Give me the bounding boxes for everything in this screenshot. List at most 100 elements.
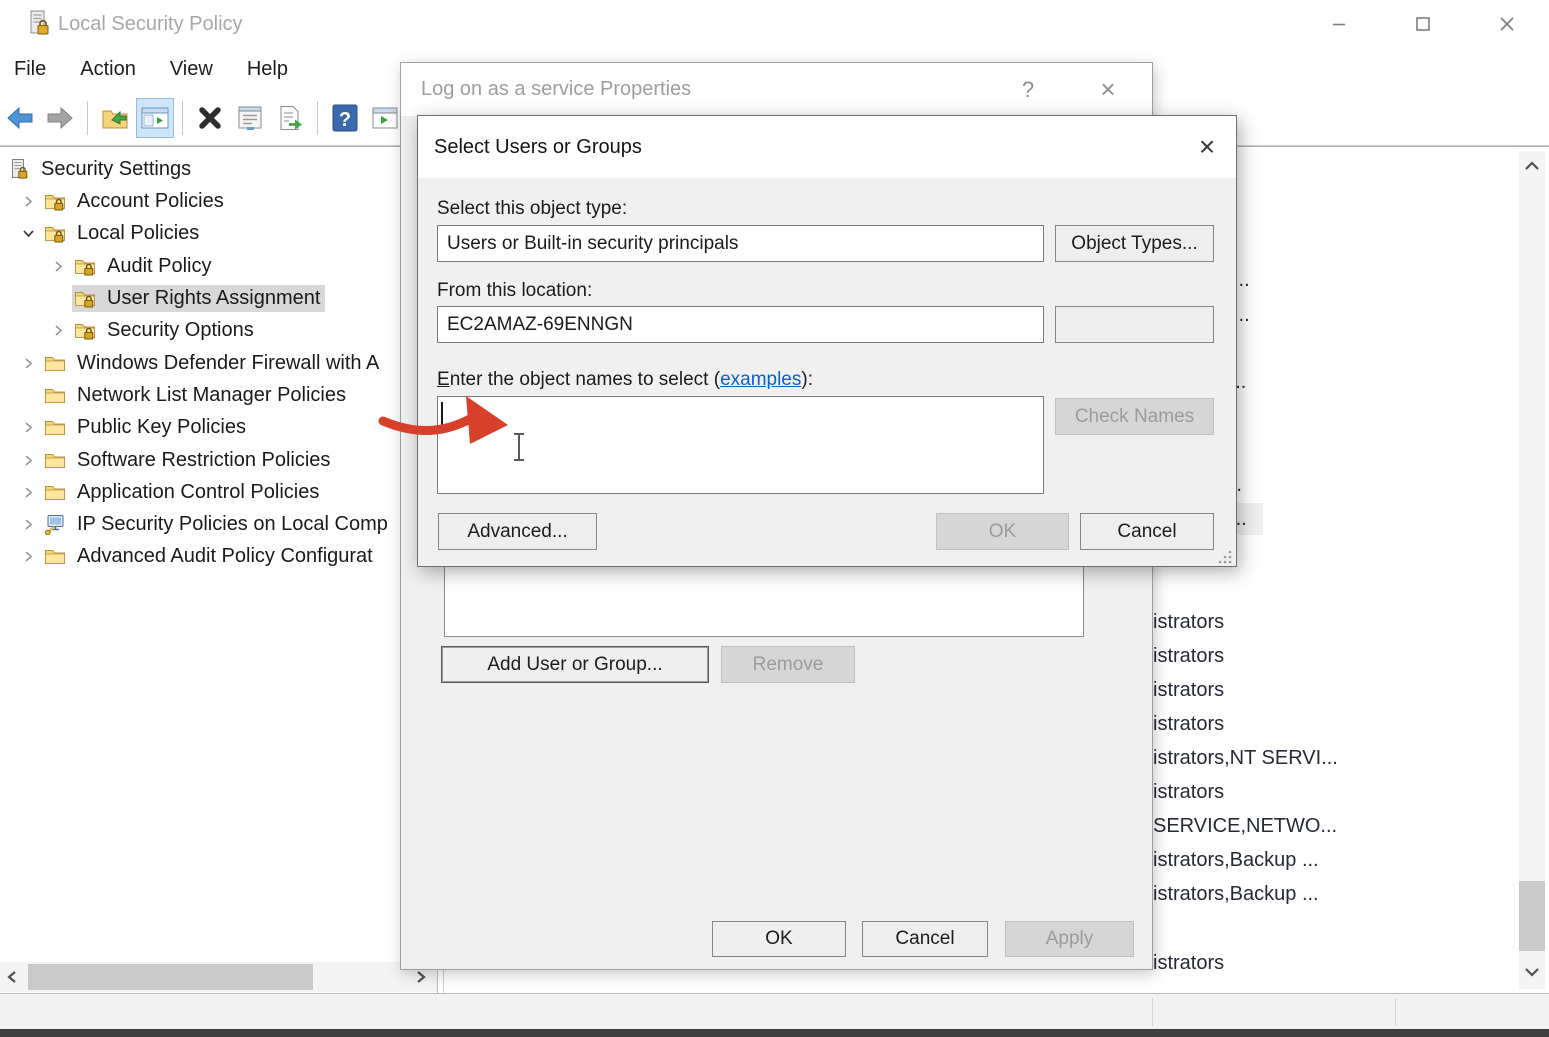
scroll-down-icon[interactable] — [1519, 959, 1545, 985]
tree-item-account-policies[interactable]: Account Policies — [0, 185, 451, 217]
status-separator — [1152, 998, 1153, 1026]
close-icon — [1498, 15, 1516, 33]
properties-cancel-button[interactable]: Cancel — [862, 921, 988, 957]
window-title: Local Security Policy — [58, 13, 243, 36]
export-list-icon — [276, 104, 304, 132]
properties-ok-button[interactable]: OK — [712, 921, 846, 957]
assigned-users-listbox[interactable] — [444, 564, 1084, 637]
properties-dialog-title: Log on as a service Properties — [421, 78, 691, 101]
back-button[interactable] — [1, 98, 39, 138]
tree-item-local-policies[interactable]: Local Policies — [0, 217, 451, 249]
scroll-up-icon[interactable] — [1519, 153, 1545, 179]
horizontal-scroll-thumb[interactable] — [28, 964, 313, 990]
select-ok-button[interactable]: OK — [936, 513, 1069, 550]
tree-item-advanced-audit-policy[interactable]: Advanced Audit Policy Configurat — [0, 540, 451, 572]
object-names-label-suffix: ): — [801, 369, 813, 390]
folder-icon — [42, 481, 68, 503]
list-item[interactable]: istrators,NT SERVI... — [1153, 742, 1338, 774]
export-list-button[interactable] — [271, 98, 309, 138]
minimize-button[interactable] — [1297, 0, 1381, 48]
close-button[interactable] — [1465, 0, 1549, 48]
examples-link[interactable]: examples — [720, 369, 801, 390]
help-button[interactable]: ? — [326, 98, 364, 138]
folder-lock-icon — [72, 287, 98, 309]
list-item[interactable]: istrators,Backup ... — [1153, 878, 1319, 910]
object-names-label-text: Enter the object names to select ( — [437, 369, 720, 391]
chevron-right-icon[interactable] — [14, 486, 42, 499]
chevron-right-icon[interactable] — [14, 421, 42, 434]
tree-item-software-restriction[interactable]: Software Restriction Policies — [0, 444, 451, 476]
maximize-button[interactable] — [1381, 0, 1465, 48]
check-names-button[interactable]: Check Names — [1055, 398, 1214, 435]
chevron-down-icon[interactable] — [14, 227, 42, 240]
tree-item-security-settings[interactable]: Security Settings — [0, 153, 443, 185]
list-item[interactable]: istrators — [1153, 674, 1224, 706]
folder-icon — [42, 384, 68, 406]
close-icon[interactable]: × — [1188, 128, 1226, 166]
add-user-or-group-button[interactable]: Add User or Group... — [441, 646, 709, 683]
menu-item-file[interactable]: File — [14, 58, 46, 81]
locations-button[interactable] — [1055, 306, 1214, 343]
select-cancel-button[interactable]: Cancel — [1080, 513, 1214, 550]
show-console-tree-button[interactable] — [96, 98, 134, 138]
folder-icon — [42, 352, 68, 374]
tree-item-application-control[interactable]: Application Control Policies — [0, 476, 451, 508]
select-dialog-title-bar: Select Users or Groups × — [418, 116, 1236, 178]
menu-item-help[interactable]: Help — [247, 58, 288, 81]
forward-button[interactable] — [41, 98, 79, 138]
menu-item-action[interactable]: Action — [80, 58, 136, 81]
list-item[interactable]: istrators — [1153, 708, 1224, 740]
folder-icon — [42, 416, 68, 438]
folder-action-icon — [101, 105, 129, 131]
toolbar-separator — [317, 101, 318, 135]
advanced-button[interactable]: Advanced... — [438, 513, 597, 550]
tree-horizontal-scrollbar[interactable] — [0, 962, 437, 992]
chevron-right-icon[interactable] — [14, 195, 42, 208]
list-item[interactable]: istrators — [1153, 640, 1224, 672]
list-item[interactable]: istrators — [1153, 776, 1224, 808]
toolbar-separator — [87, 101, 88, 135]
folder-icon — [42, 545, 68, 567]
chevron-right-icon[interactable] — [44, 260, 72, 273]
console-window-button[interactable] — [136, 98, 174, 138]
properties-button[interactable] — [231, 98, 269, 138]
list-item[interactable]: istrators — [1153, 606, 1224, 638]
vertical-scroll-thumb[interactable] — [1519, 881, 1545, 951]
list-item[interactable]: istrators — [1153, 947, 1224, 979]
new-window-button[interactable] — [366, 98, 404, 138]
remove-button[interactable]: Remove — [721, 646, 855, 683]
location-field[interactable] — [437, 306, 1044, 343]
delete-button[interactable] — [191, 98, 229, 138]
scroll-left-icon[interactable] — [0, 962, 24, 992]
chevron-right-icon[interactable] — [14, 518, 42, 531]
tree-item-ip-security-policies[interactable]: IP Security Policies on Local Comp — [0, 508, 451, 540]
folder-lock-icon — [42, 222, 68, 244]
screen-bottom-edge — [0, 1029, 1549, 1037]
chevron-right-icon[interactable] — [44, 324, 72, 337]
object-types-button[interactable]: Object Types... — [1055, 225, 1214, 262]
chevron-right-icon[interactable] — [14, 550, 42, 563]
chevron-right-icon[interactable] — [14, 357, 42, 370]
folder-lock-icon — [72, 255, 98, 277]
resize-grip[interactable] — [1217, 548, 1233, 564]
toolbar-separator — [182, 101, 183, 135]
help-icon[interactable]: ? — [1011, 63, 1045, 116]
folder-lock-icon — [42, 190, 68, 212]
select-dialog-title: Select Users or Groups — [434, 136, 642, 159]
new-window-icon — [370, 105, 400, 131]
list-item[interactable]: istrators,Backup ... — [1153, 844, 1319, 876]
svg-text:?: ? — [339, 109, 351, 131]
chevron-right-icon[interactable] — [14, 454, 42, 467]
properties-list-icon — [236, 104, 264, 132]
list-item[interactable]: SERVICE,NETWO... — [1153, 810, 1337, 842]
list-vertical-scrollbar[interactable] — [1519, 151, 1545, 989]
tree-item-public-key-policies[interactable]: Public Key Policies — [0, 411, 451, 443]
apply-button[interactable]: Apply — [1005, 921, 1134, 957]
tree-item-windows-defender-firewall[interactable]: Windows Defender Firewall with A — [0, 347, 451, 379]
close-icon[interactable]: × — [1091, 63, 1125, 116]
computer-key-icon — [42, 513, 68, 535]
menu-item-view[interactable]: View — [170, 58, 213, 81]
tree-item-network-list-manager[interactable]: Network List Manager Policies — [0, 379, 451, 411]
object-type-field[interactable] — [437, 225, 1044, 262]
object-names-input[interactable] — [437, 396, 1044, 494]
